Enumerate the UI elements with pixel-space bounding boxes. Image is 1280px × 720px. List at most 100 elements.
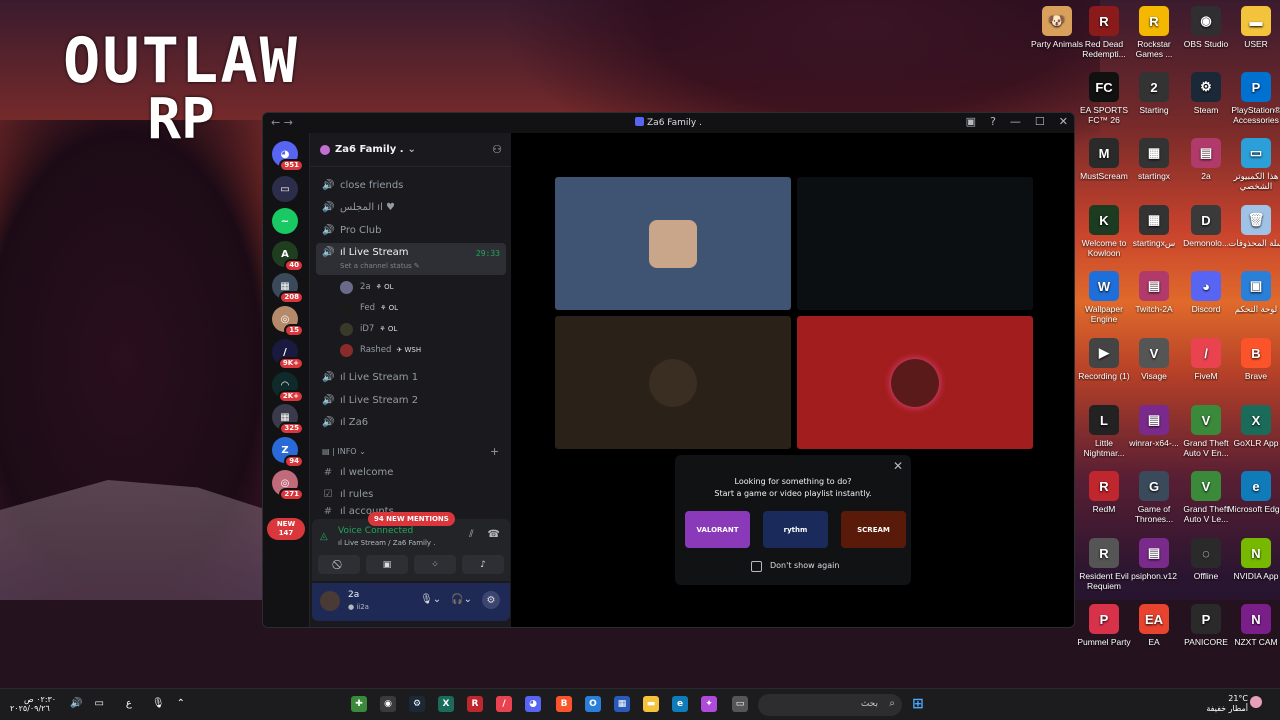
minimize-button[interactable]: — (1010, 115, 1021, 128)
channel-majlis[interactable]: 🔊 المجلس ıl ♥ (316, 197, 506, 217)
video-tile[interactable] (555, 177, 791, 310)
voice-user[interactable]: iD7 ⚘ OL (340, 320, 397, 338)
noise-suppression-icon[interactable]: ⫽ (469, 529, 473, 540)
weather-widget[interactable]: 21°C أمطار خفيفة (1190, 694, 1248, 714)
obs-taskbar-icon[interactable]: ◉ (380, 696, 396, 712)
server-icon[interactable]: ▦ 325 (272, 404, 304, 435)
user-name[interactable]: 2a (348, 590, 359, 600)
channel-close-friends[interactable]: 🔊 close friends (316, 175, 506, 195)
channel-pro-club[interactable]: 🔊 Pro Club (316, 220, 506, 240)
desktop-icon[interactable]: e Microsoft Edge (1226, 467, 1280, 533)
server-icon[interactable]: /9K+ (272, 339, 304, 370)
voice-user[interactable]: 2a ⚘ OL (340, 278, 394, 296)
language-indicator[interactable]: ع (126, 698, 132, 709)
close-button[interactable]: ✕ (1059, 115, 1068, 128)
video-tile[interactable] (797, 316, 1033, 449)
store-taskbar-icon[interactable]: ▦ (614, 696, 630, 712)
server-icon[interactable]: ◕ 951 (272, 141, 304, 172)
new-mentions-pill[interactable]: 94 NEW MENTIONS (368, 512, 455, 526)
network-icon[interactable]: ▭ (94, 698, 103, 709)
desktop-icon[interactable]: EA EA (1124, 600, 1184, 666)
windows-start-icon[interactable]: ⊞ (910, 696, 926, 712)
explorer-taskbar-icon[interactable]: ▬ (643, 696, 659, 712)
server-header[interactable]: Za6 Family . ⌄ ⚇ (310, 133, 512, 167)
activity-rythm[interactable]: rythm (763, 511, 828, 548)
search-input[interactable]: بحث ⌕ (758, 694, 902, 716)
video-tile[interactable] (555, 316, 791, 449)
help-icon[interactable]: ? (990, 115, 996, 128)
dont-show-label[interactable]: Don't show again (770, 561, 839, 570)
server-icon[interactable]: ~ (272, 208, 298, 234)
channel-live-stream-2[interactable]: 🔊 ıl Live Stream 2 (316, 390, 506, 410)
desktop-icon[interactable]: ▣ لوحة التحكم (1226, 267, 1280, 333)
copilot-taskbar-icon[interactable]: ✦ (701, 696, 717, 712)
microphone-icon[interactable]: 🎙 (152, 698, 165, 709)
avatar[interactable] (320, 591, 340, 611)
discord-taskbar-icon[interactable]: ◕ (525, 696, 541, 712)
voice-user[interactable]: Fed ⚘ OL (340, 299, 398, 317)
channel-live-stream-1[interactable]: 🔊 ıl Live Stream 1 (316, 367, 506, 387)
close-icon[interactable]: ✕ (893, 459, 903, 473)
server-icon[interactable]: Z 94 (272, 437, 304, 468)
fivem-taskbar-icon[interactable]: / (496, 696, 512, 712)
maximize-button[interactable]: ☐ (1035, 115, 1045, 128)
desktop-icon[interactable]: 2 Starting (1124, 68, 1184, 134)
activity-scream[interactable]: SCREAM (841, 511, 906, 548)
outlook-taskbar-icon[interactable]: O (585, 696, 601, 712)
voice-status-channel[interactable]: ıl Live Stream / Za6 Family . (338, 539, 436, 547)
desktop-icon[interactable]: ▤ psiphon.v12 (1124, 534, 1184, 600)
dont-show-checkbox[interactable] (751, 561, 762, 572)
taskview-taskbar-icon[interactable]: ▭ (732, 696, 748, 712)
new-unreads-pill[interactable]: NEW 147 (267, 518, 305, 540)
channel-rules[interactable]: ☑ ıl rules (316, 484, 506, 504)
camera-off-button[interactable]: ⃠ (318, 555, 360, 574)
microphone-icon[interactable]: 🎙⌄ (420, 594, 441, 609)
desktop-icon[interactable]: ▦ startingx (1124, 134, 1184, 200)
clock[interactable]: ٠٢:٣٠ ص ٢٠٢٥/٠٩/٢٦ (10, 695, 56, 713)
edge-taskbar-icon[interactable]: e (672, 696, 688, 712)
server-icon[interactable]: A 40 (272, 241, 304, 272)
steam-taskbar-icon[interactable]: ⚙ (409, 696, 425, 712)
server-icon[interactable]: ◎ 271 (272, 470, 304, 501)
channel-welcome[interactable]: # ıl welcome (316, 462, 506, 482)
video-tile[interactable] (797, 177, 1033, 310)
redm-taskbar-icon[interactable]: R (467, 696, 483, 712)
voice-user[interactable]: Rashed ✈ WSH (340, 341, 421, 359)
inbox-icon[interactable]: ▣ (966, 115, 976, 128)
disconnect-icon[interactable]: ☎ (488, 529, 500, 540)
voice-status-title[interactable]: Voice Connected (338, 526, 413, 536)
chevron-up-icon[interactable]: ⌃ (177, 698, 185, 709)
desktop-icon[interactable]: N NZXT CAM (1226, 600, 1280, 666)
invite-people-icon[interactable]: ⚇ (492, 143, 502, 156)
channel-live-stream[interactable]: 🔊 ıl Live Stream 29:33 Set a channel sta… (316, 243, 506, 275)
category-info[interactable]: ▤ | INFO ⌄ + (322, 445, 499, 458)
desktop-icon[interactable]: R Rockstar Games ... (1124, 2, 1184, 68)
gear-icon[interactable]: ⚙ (482, 591, 500, 609)
server-icon[interactable]: ◎ 15 (272, 306, 304, 337)
desktop-icon[interactable]: P PlayStation® Accessories (1226, 68, 1280, 134)
server-icon[interactable]: ▭ (272, 176, 298, 202)
desktop-icon[interactable]: N NVIDIA App (1226, 534, 1280, 600)
gta-taskbar-icon[interactable]: ✚ (351, 696, 367, 712)
desktop-icon[interactable]: ▦ startingxس (1124, 201, 1184, 267)
desktop-icon[interactable]: X GoXLR App (1226, 401, 1280, 467)
channel-status[interactable]: Set a channel status ✎ (340, 262, 420, 270)
desktop-icon[interactable]: 🗑 سلة المحذوفات (1226, 201, 1280, 267)
desktop-icon[interactable]: G Game of Thrones... (1124, 467, 1184, 533)
desktop-icon[interactable]: ▤ winrar-x64-... (1124, 401, 1184, 467)
volume-icon[interactable]: 🔊 (70, 698, 82, 709)
server-icon[interactable]: ◠ 2K+ (272, 372, 304, 403)
server-icon[interactable]: ▦ 208 (272, 273, 304, 304)
signal-icon[interactable]: ◬ (320, 531, 328, 542)
desktop-icon[interactable]: ▭ هذا الكمبيوتر الشخصي (1226, 134, 1280, 200)
add-channel-icon[interactable]: + (490, 445, 499, 458)
goxlr-taskbar-icon[interactable]: X (438, 696, 454, 712)
soundboard-button[interactable]: ♪ (462, 555, 504, 574)
headphones-icon[interactable]: 🎧⌄ (451, 594, 472, 609)
desktop-icon[interactable]: ▬ USER (1226, 2, 1280, 68)
activities-button[interactable]: ⁘ (414, 555, 456, 574)
activity-valorant[interactable]: VALORANT (685, 511, 750, 548)
brave-taskbar-icon[interactable]: B (556, 696, 572, 712)
desktop-icon[interactable]: V Visage (1124, 334, 1184, 400)
desktop-icon[interactable]: B Brave (1226, 334, 1280, 400)
